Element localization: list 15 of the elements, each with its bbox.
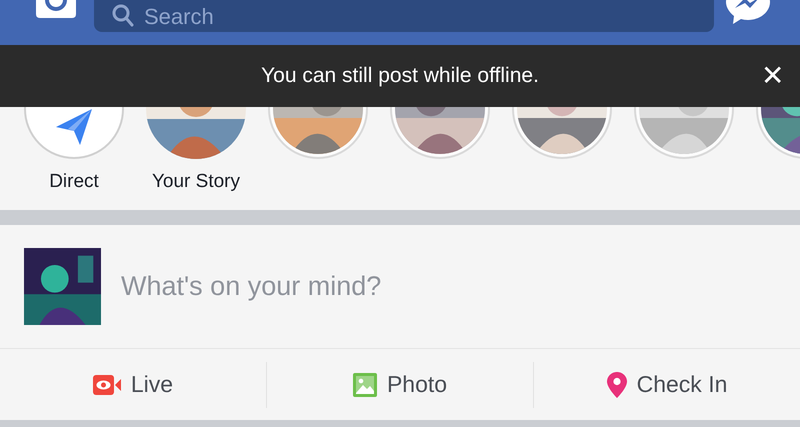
location-pin-icon <box>606 372 627 398</box>
image-icon <box>352 372 377 396</box>
paper-plane-icon <box>54 107 94 147</box>
banner-message: You can still post while offline. <box>261 64 539 88</box>
camera-icon[interactable] <box>36 0 76 18</box>
story-label: Direct <box>49 171 99 193</box>
story-label: Your Story <box>152 171 240 193</box>
search-icon <box>112 4 134 28</box>
search-field[interactable]: Search <box>94 0 714 32</box>
close-button[interactable]: ✕ <box>761 60 784 92</box>
photo-button[interactable]: Photo <box>267 349 533 420</box>
status-input[interactable]: What's on your mind? <box>119 270 623 303</box>
checkin-button[interactable]: Check In <box>534 349 800 420</box>
live-button[interactable]: Live <box>0 349 266 420</box>
video-camera-icon <box>92 374 121 394</box>
